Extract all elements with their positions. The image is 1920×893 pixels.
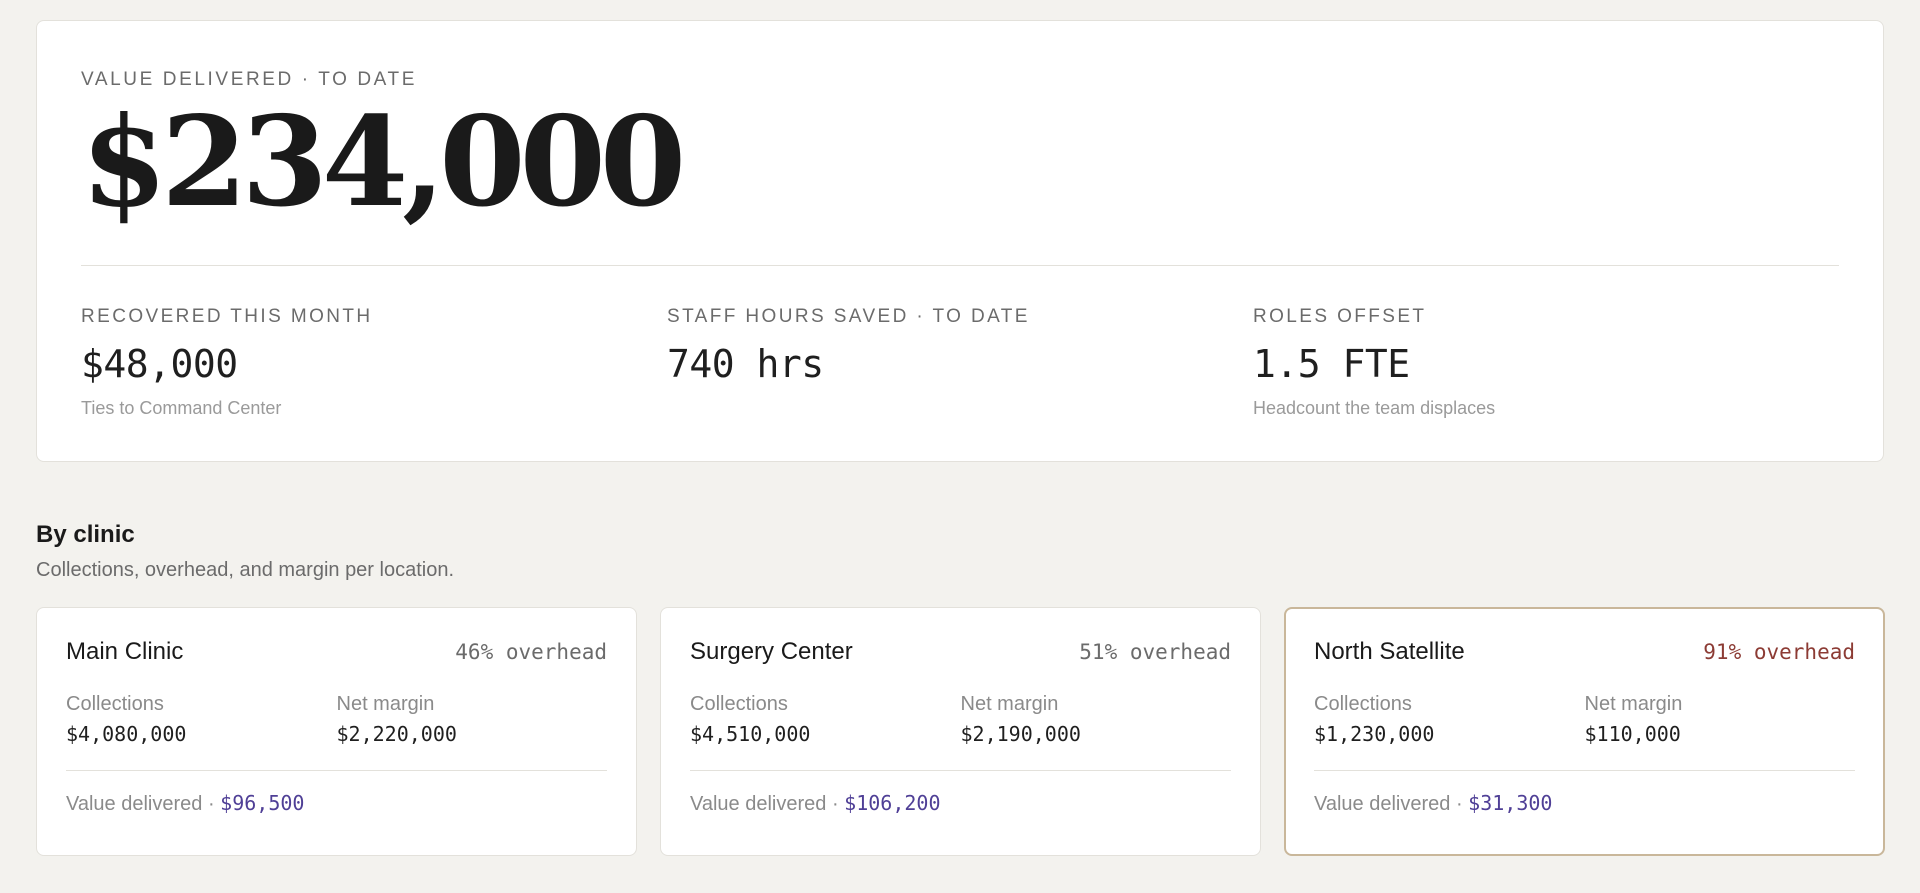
stat-caption: Ties to Command Center <box>81 398 282 418</box>
section-subtitle: Collections, overhead, and margin per lo… <box>36 559 455 581</box>
metric-collections: Collections $4,080,000 <box>66 693 337 746</box>
clinic-metrics: Collections $4,080,000 Net margin $2,220… <box>66 693 607 746</box>
clinic-metrics: Collections $4,510,000 Net margin $2,190… <box>690 693 1231 746</box>
stat-staff-hours-saved: STAFF HOURS SAVED · TO DATE 740 hrs <box>667 306 1253 419</box>
value-delivered-row: Value delivered · $96,500 <box>66 791 607 816</box>
value-delivered-label: VALUE DELIVERED · TO DATE <box>81 69 418 90</box>
metric-label: Collections <box>1314 693 1412 715</box>
stats-row: RECOVERED THIS MONTH $48,000 Ties to Com… <box>81 306 1839 419</box>
divider <box>66 770 607 771</box>
stat-label: ROLES OFFSET <box>1253 306 1427 327</box>
stat-caption: Headcount the team displaces <box>1253 398 1496 418</box>
clinic-name: Main Clinic <box>66 638 184 665</box>
value-delivered-amount: $234,000 <box>81 90 686 235</box>
metric-label: Collections <box>690 693 788 715</box>
metric-collections: Collections $4,510,000 <box>690 693 961 746</box>
value-delivered-amount: $106,200 <box>844 791 941 815</box>
stat-label: STAFF HOURS SAVED · TO DATE <box>667 306 1030 327</box>
metric-value: $2,220,000 <box>336 722 457 746</box>
value-delivered-row: Value delivered · $31,300 <box>1314 791 1855 816</box>
clinic-metrics: Collections $1,230,000 Net margin $110,0… <box>1314 693 1855 746</box>
clinic-card-main-clinic[interactable]: Main Clinic 46% overhead Collections $4,… <box>36 607 637 856</box>
value-delivered-label: Value delivered · <box>690 793 845 815</box>
metric-value: $4,080,000 <box>66 722 187 746</box>
divider <box>1314 770 1855 771</box>
metric-net-margin: Net margin $2,220,000 <box>337 693 608 746</box>
value-delivered-label: Value delivered · <box>66 793 221 815</box>
divider <box>81 265 1839 266</box>
clinic-card-surgery-center[interactable]: Surgery Center 51% overhead Collections … <box>660 607 1261 856</box>
clinic-card-north-satellite[interactable]: North Satellite 91% overhead Collections… <box>1284 607 1885 856</box>
stat-roles-offset: ROLES OFFSET 1.5 FTE Headcount the team … <box>1253 306 1839 419</box>
value-delivered-amount: $96,500 <box>220 791 305 815</box>
stat-value: 1.5 FTE <box>1253 342 1410 386</box>
value-delivered-label: Value delivered · <box>1314 793 1469 815</box>
clinic-header: Surgery Center 51% overhead <box>690 638 1231 666</box>
metric-value: $2,190,000 <box>960 722 1081 746</box>
divider <box>690 770 1231 771</box>
stat-label: RECOVERED THIS MONTH <box>81 306 373 327</box>
clinic-cards: Main Clinic 46% overhead Collections $4,… <box>36 607 1885 856</box>
metric-label: Net margin <box>1584 693 1683 715</box>
metric-value: $4,510,000 <box>690 722 811 746</box>
section-title: By clinic <box>36 521 135 548</box>
clinic-header: Main Clinic 46% overhead <box>66 638 607 666</box>
overhead-badge: 91% overhead <box>1703 640 1855 664</box>
stat-value: 740 hrs <box>667 342 824 386</box>
metric-label: Collections <box>66 693 164 715</box>
page: VALUE DELIVERED · TO DATE $234,000 RECOV… <box>0 0 1920 893</box>
overhead-badge: 51% overhead <box>1079 640 1231 664</box>
metric-net-margin: Net margin $2,190,000 <box>961 693 1232 746</box>
metric-value: $110,000 <box>1584 722 1681 746</box>
value-delivered-amount: $31,300 <box>1468 791 1553 815</box>
stat-value: $48,000 <box>81 342 238 386</box>
clinic-header: North Satellite 91% overhead <box>1314 638 1855 666</box>
clinic-name: North Satellite <box>1314 638 1465 665</box>
metric-net-margin: Net margin $110,000 <box>1585 693 1856 746</box>
stat-recovered-this-month: RECOVERED THIS MONTH $48,000 Ties to Com… <box>81 306 667 419</box>
metric-value: $1,230,000 <box>1314 722 1435 746</box>
value-summary-card: VALUE DELIVERED · TO DATE $234,000 RECOV… <box>36 20 1884 462</box>
metric-label: Net margin <box>960 693 1059 715</box>
clinic-name: Surgery Center <box>690 638 853 665</box>
metric-collections: Collections $1,230,000 <box>1314 693 1585 746</box>
value-delivered-row: Value delivered · $106,200 <box>690 791 1231 816</box>
metric-label: Net margin <box>336 693 435 715</box>
overhead-badge: 46% overhead <box>455 640 607 664</box>
